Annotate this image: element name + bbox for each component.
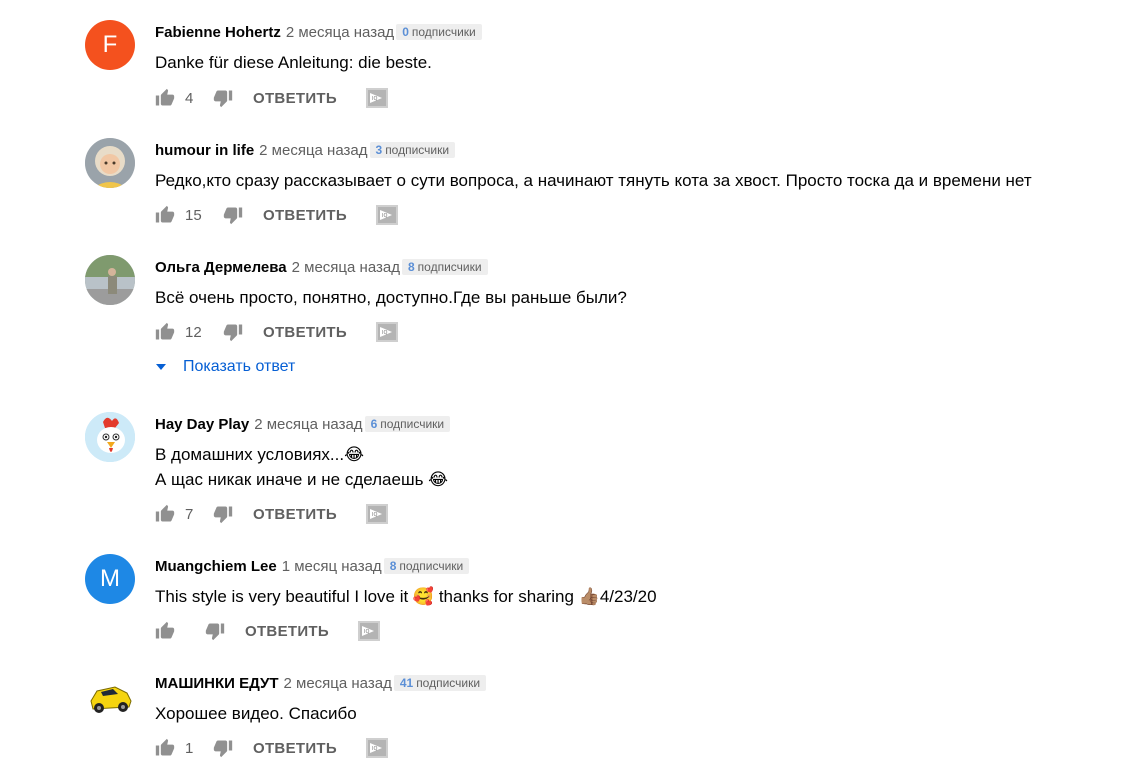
translate-badge-icon[interactable]: IQ bbox=[365, 87, 389, 109]
subscriber-count: 8 bbox=[407, 260, 415, 274]
show-replies-button[interactable]: Показать ответ bbox=[155, 358, 295, 376]
comment-toolbar: 1 ОТВЕТИТЬ IQ bbox=[155, 737, 389, 759]
thumbs-down-icon[interactable] bbox=[205, 621, 225, 641]
thumbs-down-icon[interactable] bbox=[223, 205, 243, 225]
thumbs-up-icon[interactable] bbox=[155, 88, 175, 108]
thumbs-up-icon[interactable] bbox=[155, 504, 175, 524]
avatar[interactable] bbox=[85, 138, 135, 188]
avatar[interactable]: F bbox=[85, 20, 135, 70]
avatar[interactable]: M bbox=[85, 554, 135, 604]
subscriber-count: 0 bbox=[402, 25, 409, 39]
comment-author[interactable]: humour in life bbox=[155, 142, 254, 159]
thumbs-up-icon[interactable] bbox=[155, 322, 175, 342]
subscriber-badge: 8 подписчики bbox=[401, 259, 488, 275]
translate-badge-icon[interactable]: IQ bbox=[375, 321, 399, 343]
show-replies-label: Показать ответ bbox=[183, 358, 296, 375]
rooster-icon bbox=[85, 412, 135, 462]
subscriber-count: 3 bbox=[375, 143, 383, 157]
svg-text:IQ: IQ bbox=[372, 96, 377, 102]
subscriber-count: 6 bbox=[370, 417, 378, 431]
comment-toolbar: ОТВЕТИТЬ IQ bbox=[155, 620, 381, 642]
comment-time[interactable]: 2 месяца назад bbox=[286, 24, 394, 41]
like-count: 1 bbox=[185, 739, 194, 757]
comment-time[interactable]: 2 месяца назад bbox=[259, 142, 367, 159]
thumbs-down-icon[interactable] bbox=[213, 504, 233, 524]
avatar-letter: F bbox=[102, 31, 118, 58]
subscriber-label: подписчики bbox=[417, 260, 482, 274]
subscriber-label: подписчики bbox=[399, 559, 464, 573]
comment-author[interactable]: МАШИНКИ ЕДУТ bbox=[155, 675, 279, 692]
reply-button[interactable]: ОТВЕТИТЬ bbox=[263, 207, 347, 224]
comment-time[interactable]: 2 месяца назад bbox=[254, 416, 362, 433]
reply-button[interactable]: ОТВЕТИТЬ bbox=[245, 623, 329, 640]
like-count: 7 bbox=[185, 505, 194, 523]
avatar[interactable] bbox=[85, 412, 135, 462]
like-count: 12 bbox=[185, 323, 202, 341]
comment-line: В домашних условиях...😂 bbox=[155, 445, 364, 464]
translate-badge-icon[interactable]: IQ bbox=[365, 737, 389, 759]
avatar[interactable] bbox=[85, 671, 135, 721]
subscriber-label: подписчики bbox=[411, 25, 476, 39]
subscriber-badge: 6 подписчики bbox=[364, 416, 451, 432]
avatar-letter: M bbox=[100, 565, 120, 592]
comment-toolbar: 7 ОТВЕТИТЬ IQ bbox=[155, 503, 389, 525]
comment-author[interactable]: Hay Day Play bbox=[155, 416, 249, 433]
comment-text: Всё очень просто, понятно, доступно.Где … bbox=[155, 285, 627, 310]
subscriber-count: 41 bbox=[399, 676, 414, 690]
comment-text: В домашних условиях...😂 А щас никак инач… bbox=[155, 442, 448, 492]
subscriber-badge: 8 подписчики bbox=[383, 558, 470, 574]
thumbs-up-icon[interactable] bbox=[155, 621, 175, 641]
toy-car-icon bbox=[85, 671, 135, 721]
subscriber-label: подписчики bbox=[380, 417, 445, 431]
avatar[interactable] bbox=[85, 255, 135, 305]
person-photo-icon bbox=[85, 255, 135, 305]
comment-line: This style is very beautiful I love it 🥰… bbox=[155, 587, 657, 606]
translate-badge-icon[interactable]: IQ bbox=[357, 620, 381, 642]
subscriber-badge: 0 подписчики bbox=[396, 24, 482, 40]
comment-text: This style is very beautiful I love it 🥰… bbox=[155, 584, 657, 609]
comment-toolbar: 15 ОТВЕТИТЬ IQ bbox=[155, 204, 399, 226]
like-count: 4 bbox=[185, 89, 194, 107]
subscriber-badge: 3 подписчики bbox=[369, 142, 456, 158]
subscriber-label: подписчики bbox=[416, 676, 481, 690]
comment-author[interactable]: Fabienne Hohertz bbox=[155, 24, 281, 41]
comment-line: А щас никак иначе и не сделаешь 😂 bbox=[155, 470, 449, 489]
child-photo-icon bbox=[85, 138, 135, 188]
svg-text:IQ: IQ bbox=[382, 213, 387, 219]
thumbs-down-icon[interactable] bbox=[223, 322, 243, 342]
comment-author[interactable]: Muangchiem Lee bbox=[155, 558, 277, 575]
reply-button[interactable]: ОТВЕТИТЬ bbox=[253, 740, 337, 757]
svg-text:IQ: IQ bbox=[372, 512, 377, 518]
translate-badge-icon[interactable]: IQ bbox=[375, 204, 399, 226]
subscriber-label: подписчики bbox=[385, 143, 450, 157]
subscriber-badge: 41 подписчики bbox=[393, 675, 487, 691]
thumbs-up-icon[interactable] bbox=[155, 205, 175, 225]
comment-time[interactable]: 1 месяц назад bbox=[282, 558, 382, 575]
thumbs-down-icon[interactable] bbox=[213, 738, 233, 758]
svg-text:IQ: IQ bbox=[382, 330, 387, 336]
svg-text:IQ: IQ bbox=[372, 746, 377, 752]
comment-text: Редко,кто сразу рассказывает о сути вопр… bbox=[155, 168, 1032, 193]
translate-badge-icon[interactable]: IQ bbox=[365, 503, 389, 525]
thumbs-down-icon[interactable] bbox=[213, 88, 233, 108]
chevron-down-icon bbox=[155, 358, 167, 376]
comment-toolbar: 4 ОТВЕТИТЬ IQ bbox=[155, 87, 389, 109]
reply-button[interactable]: ОТВЕТИТЬ bbox=[253, 506, 337, 523]
subscriber-count: 8 bbox=[389, 559, 397, 573]
comment-line: Редко,кто сразу рассказывает о сути вопр… bbox=[155, 171, 1032, 190]
comment-author[interactable]: Ольга Дермелева bbox=[155, 259, 287, 276]
comment-toolbar: 12 ОТВЕТИТЬ IQ bbox=[155, 321, 399, 343]
svg-text:IQ: IQ bbox=[364, 629, 369, 635]
comment-time[interactable]: 2 месяца назад bbox=[292, 259, 400, 276]
comment-time[interactable]: 2 месяца назад bbox=[284, 675, 392, 692]
comment-text: Хорошее видео. Спасибо bbox=[155, 701, 357, 726]
comment-line: Danke für diese Anleitung: die beste. bbox=[155, 53, 432, 72]
comment-line: Всё очень просто, понятно, доступно.Где … bbox=[155, 288, 627, 307]
thumbs-up-icon[interactable] bbox=[155, 738, 175, 758]
like-count: 15 bbox=[185, 206, 202, 224]
reply-button[interactable]: ОТВЕТИТЬ bbox=[253, 90, 337, 107]
comment-line: Хорошее видео. Спасибо bbox=[155, 704, 357, 723]
reply-button[interactable]: ОТВЕТИТЬ bbox=[263, 324, 347, 341]
comment-text: Danke für diese Anleitung: die beste. bbox=[155, 50, 432, 75]
